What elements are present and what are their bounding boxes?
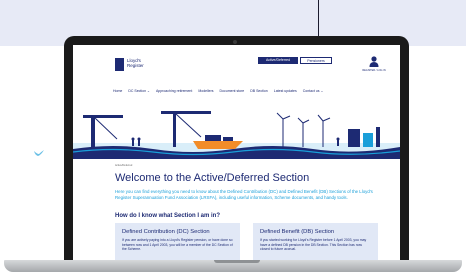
- laptop-notch: [214, 260, 260, 263]
- intro-text: Here you can find everything you need to…: [115, 189, 373, 200]
- nav-db-section[interactable]: DB Section: [250, 89, 268, 93]
- nav-approaching-retirement[interactable]: Approaching retirement: [156, 89, 192, 93]
- logo-line-2: Register: [127, 63, 144, 68]
- lloyds-register-logo[interactable]: [115, 58, 124, 71]
- nav-contact-us[interactable]: Contact us ⌄: [303, 89, 324, 93]
- main-nav: Home DC Section ⌄ Approaching retirement…: [113, 89, 323, 93]
- active-deferred-button[interactable]: Active/Deferred: [258, 57, 298, 64]
- harbour-banner-illustration: [73, 99, 400, 159]
- laptop-base: [4, 260, 462, 272]
- nav-document-store[interactable]: Document store: [220, 89, 245, 93]
- section-question-heading: How do I know what Section I am in?: [115, 213, 221, 219]
- user-icon[interactable]: [369, 56, 379, 68]
- page-title: Welcome to the Active/Deferred Section: [115, 172, 310, 184]
- account-label[interactable]: REGISTER / LOG IN: [362, 69, 386, 72]
- laptop-screen: Lloyd's Register Active/Deferred Pension…: [73, 45, 400, 268]
- bird-icon: [34, 150, 44, 156]
- laptop: Lloyd's Register Active/Deferred Pension…: [64, 36, 409, 268]
- pensioners-button[interactable]: Pensioners: [300, 57, 332, 64]
- logo-text[interactable]: Lloyd's Register: [127, 58, 144, 68]
- dc-card-title: Defined Contribution (DC) Section: [122, 229, 210, 235]
- nav-latest-updates[interactable]: Latest updates: [274, 89, 297, 93]
- db-card-title: Defined Benefit (DB) Section: [260, 229, 335, 235]
- nav-dc-section[interactable]: DC Section ⌄: [128, 89, 150, 93]
- webcam: [233, 40, 237, 44]
- db-card-body: If you started working for Lloyd's Regis…: [260, 238, 367, 252]
- dc-card-body: If you are actively paying into a Lloyd'…: [122, 238, 233, 252]
- nav-home[interactable]: Home: [113, 89, 122, 93]
- breadcrumb[interactable]: Active/Deferred: [115, 164, 132, 167]
- nav-modellers[interactable]: Modellers: [198, 89, 213, 93]
